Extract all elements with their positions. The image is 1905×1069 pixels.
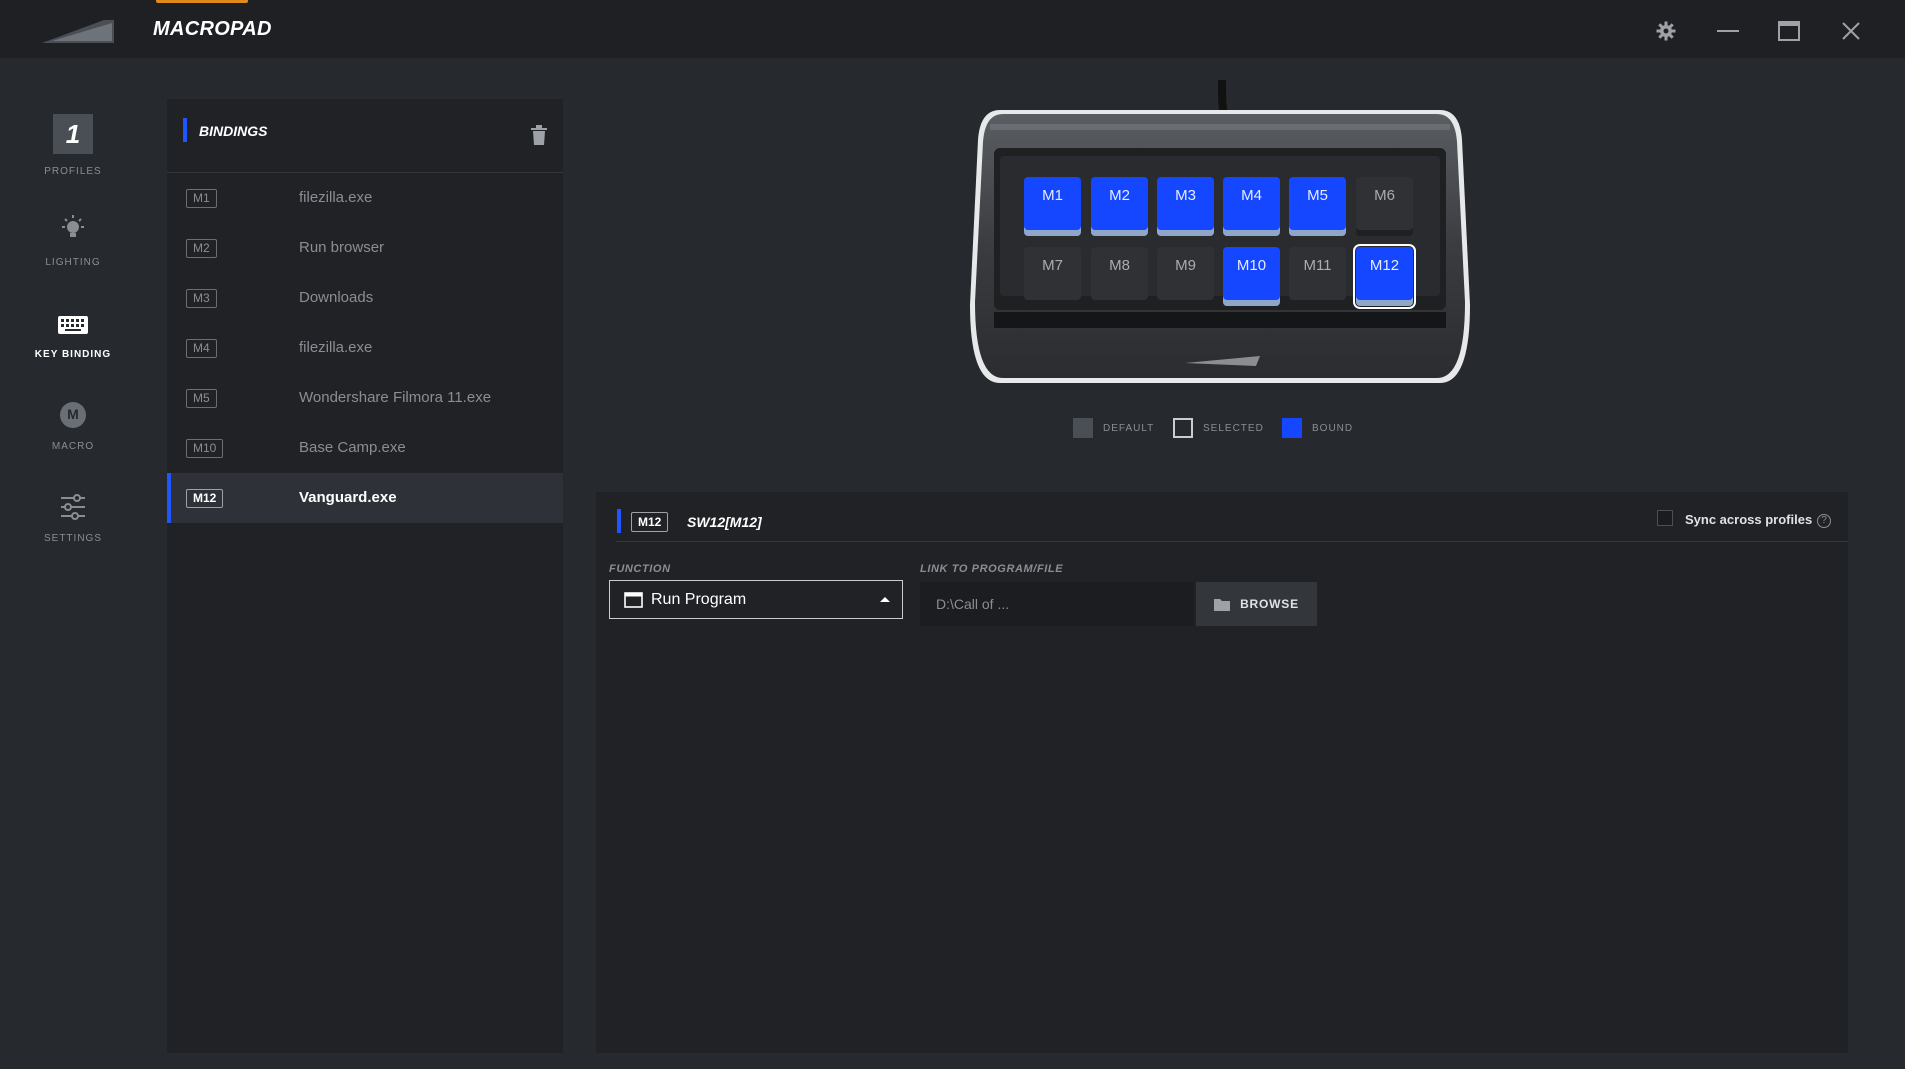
binding-name: Run browser [299,239,385,256]
binding-row-m12[interactable]: M12 Vanguard.exe [167,473,563,523]
macro-icon-glyph: M [67,406,79,422]
nav-lighting[interactable]: LIGHTING [0,214,146,294]
settings-gear-button[interactable] [1651,16,1681,46]
nav-key-binding[interactable]: KEY BINDING [0,308,146,388]
maximize-icon [1778,21,1800,41]
sync-across-profiles-checkbox[interactable] [1657,510,1673,526]
editor-accent-bar [617,509,621,533]
binding-row-m5[interactable]: M5 Wondershare Filmora 11.exe [167,373,563,423]
binding-key-badge: M2 [186,239,217,258]
minimize-button[interactable] [1713,16,1743,46]
function-select[interactable]: Run Program [609,580,903,619]
window-icon [624,592,643,608]
profile-number-badge: 1 [53,114,93,154]
legend-swatch-bound [1282,418,1302,438]
legend-label-selected: SELECTED [1203,422,1264,434]
keyboard-icon [58,316,88,334]
binding-key-badge: M3 [186,289,217,308]
binding-row-m1[interactable]: M1 filezilla.exe [167,173,563,223]
bindings-title: BINDINGS [199,123,268,139]
caret-up-icon [880,597,890,602]
bindings-header: BINDINGS [167,99,563,173]
binding-name: Wondershare Filmora 11.exe [299,389,492,406]
nav-label-lighting: LIGHTING [45,257,101,268]
close-icon [1842,22,1860,40]
bindings-accent-bar [183,118,187,142]
macro-key-m4[interactable]: M4 [1223,177,1280,236]
macro-key-m7[interactable]: M7 [1024,247,1081,306]
binding-row-m3[interactable]: M3 Downloads [167,273,563,323]
bindings-panel: BINDINGS M1 filezilla.exe M2 Run browser… [167,99,563,1053]
legend-label-default: DEFAULT [1103,422,1155,434]
editor-key-badge: M12 [631,512,669,532]
legend-bound: BOUND [1282,418,1353,438]
binding-name: Base Camp.exe [299,439,406,456]
macro-key-m6[interactable]: M6 [1356,177,1413,236]
legend-default: DEFAULT [1073,418,1154,438]
nav-settings[interactable]: SETTINGS [0,492,146,572]
maximize-button[interactable] [1774,16,1804,46]
macro-key-m8[interactable]: M8 [1091,247,1148,306]
binding-key-badge: M10 [186,439,224,458]
lightbulb-icon [62,215,84,237]
nav-label-macro: MACRO [51,441,95,452]
nav-label-profiles: PROFILES [44,166,102,177]
macropad-device-image: M1 M2 M3 M4 M5 M6 M7 M8 M9 M10 M11 M12 [970,80,1470,385]
binding-row-m10[interactable]: M10 Base Camp.exe [167,423,563,473]
binding-name: Vanguard.exe [299,489,397,506]
program-path-input[interactable] [920,582,1194,626]
folder-icon [1214,598,1231,611]
binding-row-m2[interactable]: M2 Run browser [167,223,563,273]
app-title: MACROPAD [153,18,272,40]
binding-key-badge: M5 [186,389,217,408]
close-button[interactable] [1836,16,1866,46]
function-select-value: Run Program [651,591,747,608]
title-accent-strip [156,0,248,3]
gear-icon [1656,21,1676,41]
function-label: FUNCTION [609,563,671,575]
macro-key-m1[interactable]: M1 [1024,177,1081,236]
macro-key-m10[interactable]: M10 [1223,247,1280,306]
legend-swatch-default [1073,418,1093,438]
sync-across-profiles-label: Sync across profiles [1685,512,1813,527]
macro-key-m5[interactable]: M5 [1289,177,1346,236]
macro-key-m3[interactable]: M3 [1157,177,1214,236]
link-label: LINK TO PROGRAM/FILE [920,563,1064,575]
editor-header: M12 SW12[M12] Sync across profiles ? [596,492,1848,542]
browse-label: BROWSE [1240,597,1299,611]
nav-profiles[interactable]: 1 PROFILES [0,114,146,194]
binding-key-badge: M1 [186,189,217,208]
help-icon[interactable]: ? [1817,514,1831,528]
trash-icon[interactable] [531,125,547,145]
title-bar: MACROPAD [0,0,1905,58]
binding-name: filezilla.exe [299,189,373,206]
nav-label-key-binding: KEY BINDING [34,349,112,360]
brand-logo [42,20,114,43]
legend-label-bound: BOUND [1312,422,1354,434]
binding-name: Downloads [299,289,374,306]
macro-key-m11[interactable]: M11 [1289,247,1346,306]
macro-key-m9[interactable]: M9 [1157,247,1214,306]
nav-label-settings: SETTINGS [43,533,102,544]
macro-key-m12[interactable]: M12 [1353,244,1416,309]
macro-key-m2[interactable]: M2 [1091,177,1148,236]
editor-divider [616,541,1848,542]
binding-editor-panel: M12 SW12[M12] Sync across profiles ? FUN… [596,492,1848,1053]
legend-swatch-selected [1173,418,1193,438]
binding-key-badge: M12 [186,489,224,508]
browse-button[interactable]: BROWSE [1196,582,1317,626]
binding-row-m4[interactable]: M4 filezilla.exe [167,323,563,373]
minimize-icon [1717,30,1739,32]
nav-macro[interactable]: M MACRO [0,400,146,480]
editor-title: SW12[M12] [687,514,762,530]
binding-key-badge: M4 [186,339,217,358]
sliders-icon [61,494,85,520]
binding-name: filezilla.exe [299,339,373,356]
legend-selected: SELECTED [1173,418,1264,438]
